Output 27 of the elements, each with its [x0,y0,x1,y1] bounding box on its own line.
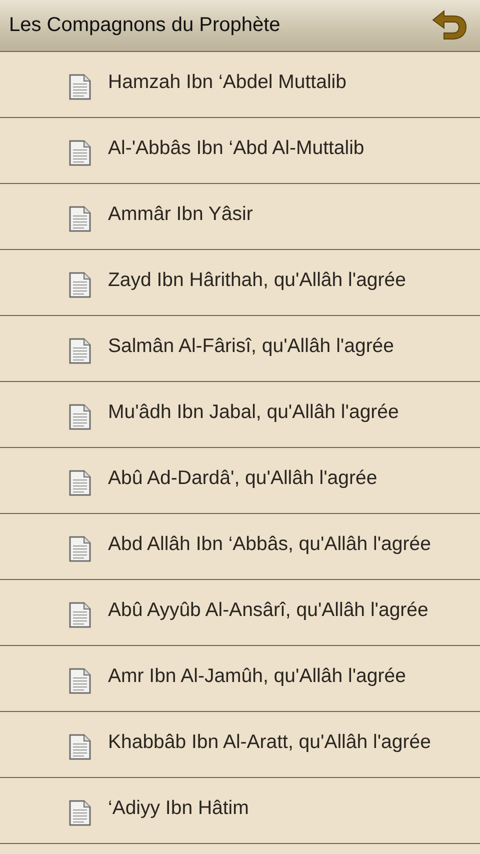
list-item[interactable]: Al-'Abbâs Ibn ‘Abd Al-Muttalib [0,118,480,184]
list-item[interactable]: Zayd Ibn Hârithah, qu'Allâh l'agrée [0,250,480,316]
list-item[interactable]: Salmân Al-Fârisî, qu'Allâh l'agrée [0,316,480,382]
list-item[interactable]: Abd Allâh Ibn ‘Abbâs, qu'Allâh l'agrée [0,514,480,580]
list-item[interactable]: Abû Ayyûb Al-Ansârî, qu'Allâh l'agrée [0,580,480,646]
list-item[interactable]: Abû Ad-Dardâ', qu'Allâh l'agrée [0,448,480,514]
list-item[interactable]: Khabbâb Ibn Al-Aratt, qu'Allâh l'agrée [0,712,480,778]
document-icon [68,206,92,232]
list-item[interactable]: Amr Ibn Al-Jamûh, qu'Allâh l'agrée [0,646,480,712]
document-icon [68,734,92,760]
back-button[interactable] [430,8,468,42]
document-icon [68,338,92,364]
document-icon [68,272,92,298]
document-icon [68,404,92,430]
list-item[interactable]: Mu'âdh Ibn Jabal, qu'Allâh l'agrée [0,382,480,448]
document-icon [68,140,92,166]
document-icon [68,470,92,496]
back-arrow-icon [430,8,468,42]
list-item[interactable]: Hamzah Ibn ‘Abdel Muttalib [0,52,480,118]
document-icon [68,536,92,562]
document-icon [68,668,92,694]
list-item[interactable]: Ammâr Ibn Yâsir [0,184,480,250]
document-icon [68,74,92,100]
list-item[interactable]: ‘Adiyy Ibn Hâtim [0,778,480,844]
document-icon [68,602,92,628]
screen-title: Les Compagnons du Prophète [9,14,280,37]
document-icon [68,800,92,826]
